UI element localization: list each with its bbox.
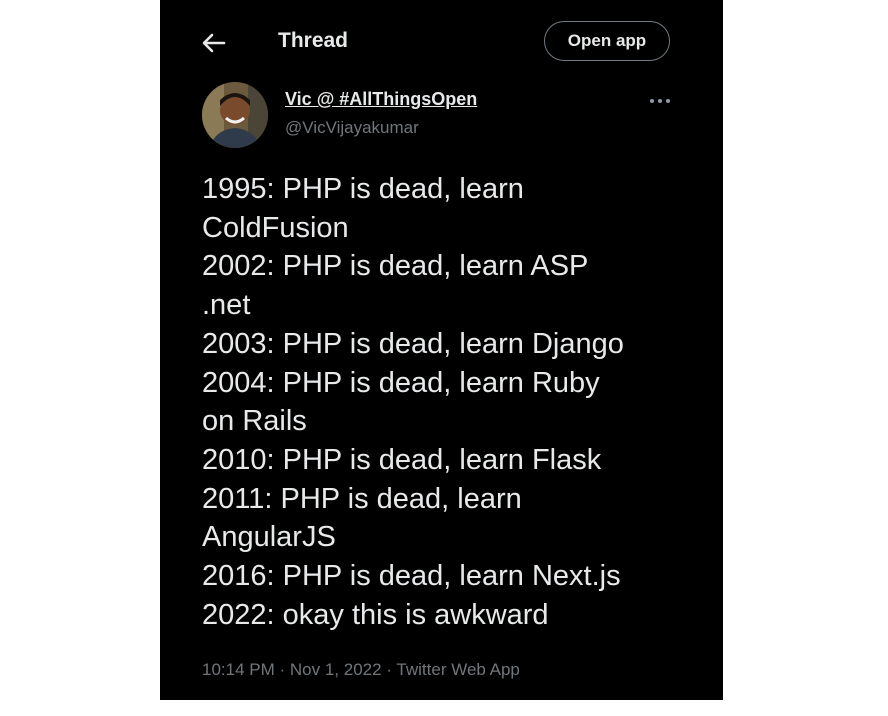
meta-separator: ·	[386, 660, 392, 679]
more-dot-icon	[650, 99, 654, 103]
author-handle: @VicVijayakumar	[285, 118, 419, 137]
open-app-button[interactable]: Open app	[544, 21, 670, 61]
back-button[interactable]	[200, 30, 228, 56]
back-arrow-icon	[202, 33, 226, 53]
more-dot-icon	[666, 99, 670, 103]
avatar[interactable]	[202, 82, 268, 148]
tweet-thread-screen: Thread Open app Vic @ #AllThingsOpen @Vi…	[160, 0, 723, 700]
more-dot-icon	[658, 99, 662, 103]
tweet-text: 1995: PHP is dead, learn ColdFusion 2002…	[202, 173, 624, 631]
top-bar: Thread Open app	[160, 0, 723, 84]
tweet-date: Nov 1, 2022	[289, 660, 382, 679]
author-display-name[interactable]: Vic @ #AllThingsOpen	[285, 89, 477, 110]
profile-photo-icon	[202, 82, 268, 148]
meta-separator: ·	[279, 660, 286, 679]
more-options-button[interactable]	[650, 96, 672, 106]
tweet-metadata: 10:14 PM · Nov 1, 2022 · Twitter Web App	[202, 660, 520, 680]
tweet-time: 10:14 PM	[202, 660, 275, 679]
tweet-source-link[interactable]: Twitter Web App	[396, 660, 519, 679]
page-title: Thread	[278, 29, 349, 52]
